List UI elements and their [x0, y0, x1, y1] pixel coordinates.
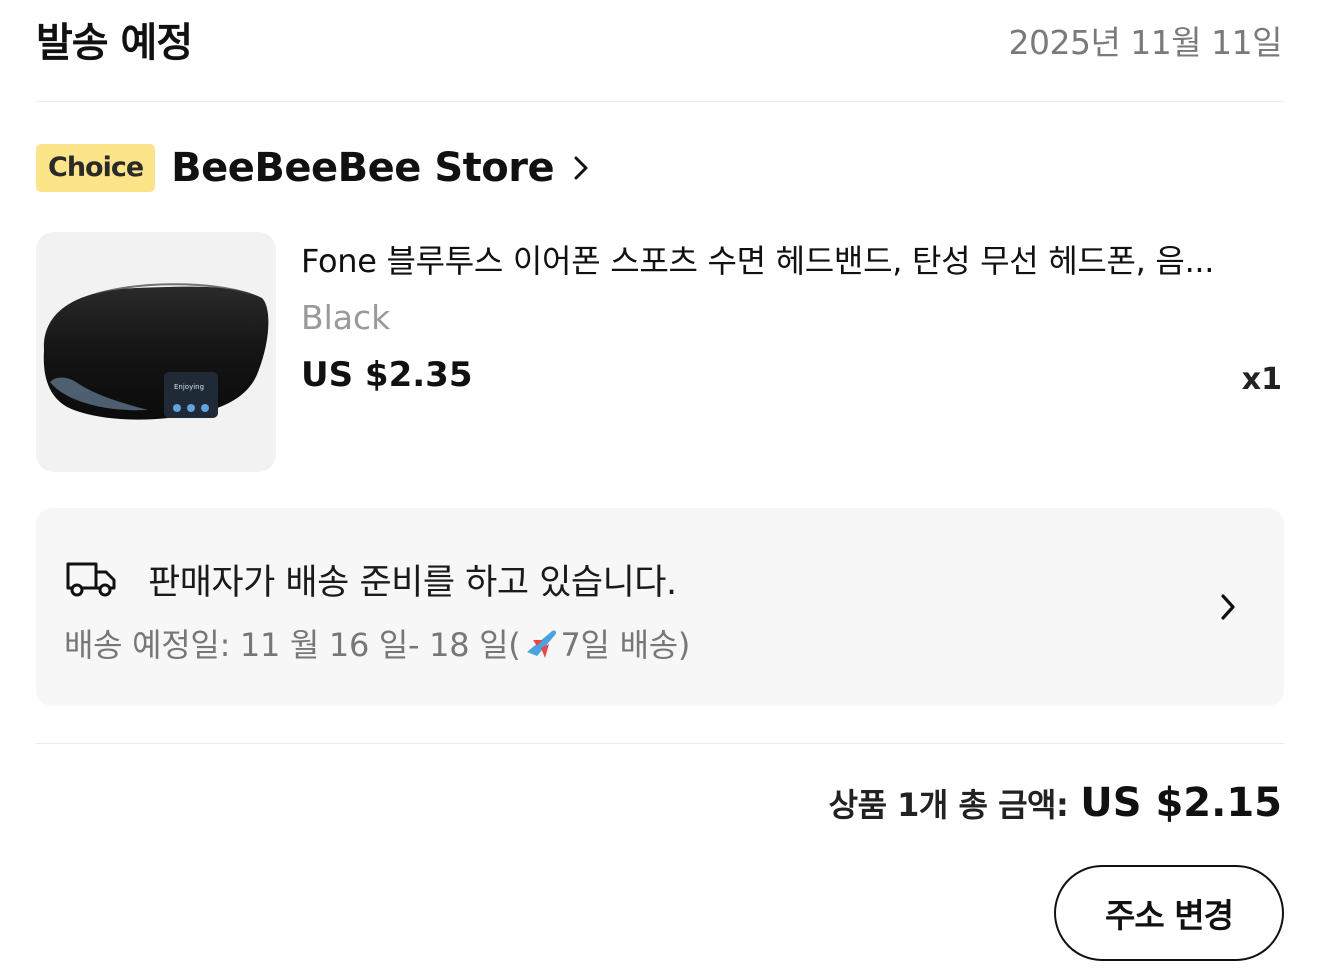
- section-divider: [36, 743, 1284, 744]
- order-header: 발송 예정 2025년 11월 11일: [36, 0, 1284, 102]
- shipping-status-card[interactable]: 판매자가 배송 준비를 하고 있습니다. 배송 예정일: 11 월 16 일- …: [36, 508, 1284, 706]
- mask-brand-text: Enjoying: [174, 383, 204, 391]
- delivery-estimate-suffix: 7일 배송): [560, 626, 691, 664]
- change-address-button[interactable]: 주소 변경: [1054, 865, 1284, 961]
- store-name[interactable]: BeeBeeBee Store: [171, 145, 554, 191]
- delivery-estimate-prefix: 배송 예정일: 11 월 16 일- 18 일(: [64, 626, 521, 664]
- product-price: US $2.35: [301, 355, 473, 395]
- shipping-status-title: 발송 예정: [36, 20, 193, 66]
- chevron-right-icon[interactable]: [1218, 592, 1238, 622]
- product-variant: Black: [301, 298, 391, 337]
- order-date: 2025년 11월 11일: [1008, 23, 1282, 62]
- delivery-estimate: 배송 예정일: 11 월 16 일- 18 일( 7일 배송): [64, 620, 690, 666]
- airplane-icon: [526, 630, 556, 658]
- total-label: 상품 1개 총 금액:: [828, 786, 1069, 824]
- choice-badge: Choice: [36, 144, 156, 192]
- product-quantity: x1: [1241, 362, 1282, 397]
- product-title[interactable]: Fone 블루투스 이어폰 스포츠 수면 헤드밴드, 탄성 무선 헤드폰, 음.…: [301, 236, 1281, 282]
- order-total: 상품 1개 총 금액: US $2.15: [829, 780, 1282, 826]
- chevron-right-icon[interactable]: [572, 155, 590, 181]
- truck-icon: [66, 562, 116, 597]
- total-amount: US $2.15: [1080, 780, 1282, 826]
- shipping-status-text: 판매자가 배송 준비를 하고 있습니다.: [148, 563, 677, 603]
- product-image[interactable]: Enjoying: [36, 232, 276, 472]
- sleep-mask-image: Enjoying: [43, 283, 269, 420]
- store-link[interactable]: Choice BeeBeeBee Store: [36, 144, 590, 192]
- order-item-page: 발송 예정 2025년 11월 11일 Choice BeeBeeBee Sto…: [0, 0, 1320, 979]
